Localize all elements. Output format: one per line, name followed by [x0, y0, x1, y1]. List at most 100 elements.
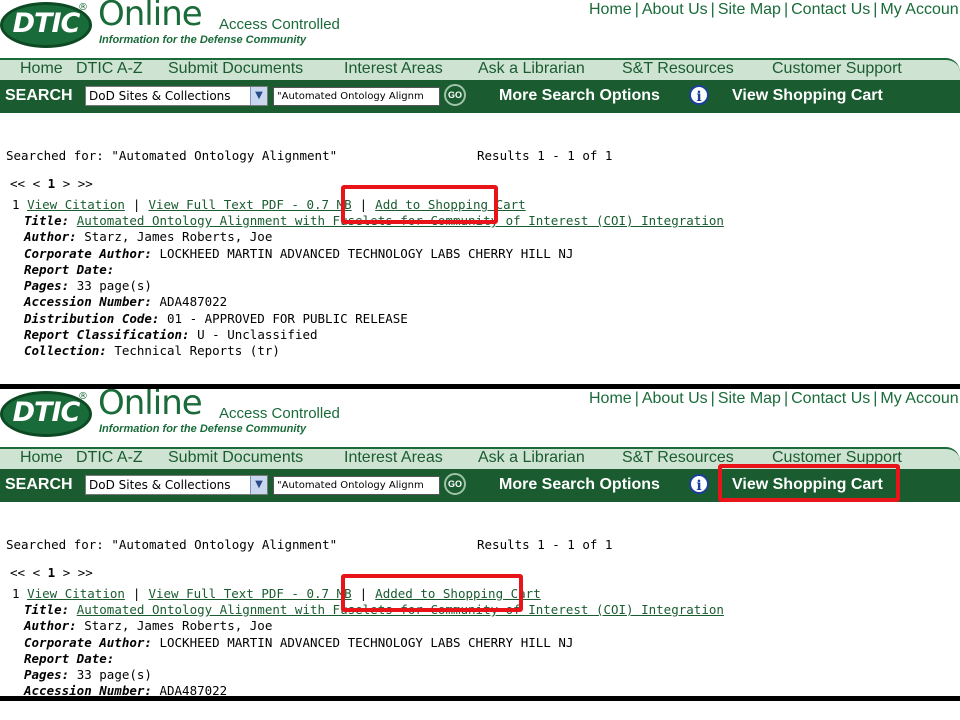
top-link-contact[interactable]: Contact Us	[791, 1, 870, 18]
nav-item-st-resources[interactable]: S&T Resources	[622, 449, 734, 467]
distribution-value: 01 - APPROVED FOR PUBLIC RELEASE	[167, 310, 408, 326]
search-label: SEARCH	[5, 87, 73, 104]
report-date-label: Report Date:	[24, 650, 115, 666]
pager-next[interactable]: > >>	[63, 176, 93, 191]
chevron-down-icon[interactable]: ▼	[250, 476, 267, 494]
brand-online: Online	[98, 389, 203, 423]
result-record: Title: Automated Ontology Alignment with…	[24, 602, 724, 696]
nav-item-ask-librarian[interactable]: Ask a Librarian	[478, 449, 585, 467]
top-link-sitemap[interactable]: Site Map	[718, 1, 781, 18]
nav-item-interest-areas[interactable]: Interest Areas	[344, 449, 443, 467]
results-count: Results 1 - 1 of 1	[477, 148, 613, 163]
nav-item-dtic-a-z[interactable]: DTIC A-Z	[76, 60, 143, 78]
classification-value: U - Unclassified	[197, 327, 318, 343]
top-link-account[interactable]: My Accoun	[880, 1, 958, 18]
view-pdf-link[interactable]: View Full Text PDF - 0.7 MB	[148, 586, 351, 601]
collection-select[interactable]: DoD Sites & Collections ▼	[85, 475, 268, 495]
search-input[interactable]: "Automated Ontology Alignm	[273, 87, 440, 106]
top-links: Home | About Us | Site Map | Contact Us | My Acc…	[589, 1, 959, 18]
nav-item-ask-librarian[interactable]: Ask a Librarian	[478, 60, 585, 78]
nav-item-dtic-a-z[interactable]: DTIC A-Z	[76, 449, 143, 467]
pager: << < 1 > >>	[10, 565, 93, 580]
search-bar: SEARCH DoD Sites & Collections ▼ "Automa…	[0, 80, 960, 113]
pager-next[interactable]: > >>	[63, 565, 93, 580]
pages-label: Pages:	[24, 667, 70, 683]
highlight-box-added-to-cart	[341, 574, 523, 612]
main-nav: Home DTIC A-Z Submit Documents Interest …	[0, 58, 960, 80]
collection-select-value: DoD Sites & Collections	[89, 478, 231, 492]
view-pdf-link[interactable]: View Full Text PDF - 0.7 MB	[148, 197, 351, 212]
pages-value: 33 page(s)	[76, 667, 152, 683]
corporate-author-value: LOCKHEED MARTIN ADVANCED TECHNOLOGY LABS…	[159, 245, 574, 261]
brand-tagline: Information for the Defense Community	[99, 423, 307, 435]
classification-label: Report Classification:	[24, 327, 190, 343]
searched-for-text: Searched for: "Automated Ontology Alignm…	[6, 537, 338, 552]
brand-access-controlled: Access Controlled	[219, 16, 340, 33]
more-search-options-link[interactable]: More Search Options	[499, 476, 660, 494]
distribution-label: Distribution Code:	[24, 310, 160, 326]
top-link-home[interactable]: Home	[589, 1, 632, 18]
go-button[interactable]: GO	[444, 473, 466, 495]
info-icon[interactable]: i	[689, 474, 709, 494]
title-label: Title:	[24, 602, 70, 617]
separator: |	[132, 586, 141, 601]
pager-prev[interactable]: << <	[10, 176, 40, 191]
separator: |	[132, 197, 141, 212]
corporate-author-value: LOCKHEED MARTIN ADVANCED TECHNOLOGY LABS…	[159, 634, 574, 650]
more-search-options-link[interactable]: More Search Options	[499, 87, 660, 105]
search-input[interactable]: "Automated Ontology Alignm	[273, 476, 440, 495]
nav-item-interest-areas[interactable]: Interest Areas	[344, 60, 443, 78]
highlight-box-view-cart	[718, 464, 900, 502]
pager-prev[interactable]: << <	[10, 565, 40, 580]
top-link-home[interactable]: Home	[589, 390, 632, 407]
pages-value: 33 page(s)	[76, 278, 152, 294]
highlight-box-add-to-cart	[341, 185, 498, 224]
nav-item-st-resources[interactable]: S&T Resources	[622, 60, 734, 78]
pager-current: 1	[47, 176, 56, 191]
title-label: Title:	[24, 213, 70, 228]
result-record: Title: Automated Ontology Alignment with…	[24, 213, 724, 360]
pages-label: Pages:	[24, 278, 70, 294]
top-link-contact[interactable]: Contact Us	[791, 390, 870, 407]
author-label: Author:	[24, 229, 77, 245]
nav-item-submit-documents[interactable]: Submit Documents	[168, 449, 303, 467]
accession-value: ADA487022	[159, 683, 228, 696]
brand-access-controlled: Access Controlled	[219, 405, 340, 422]
screenshot-panel-before: DTIC ® Online Access Controlled Informat…	[0, 0, 960, 384]
nav-item-customer-support[interactable]: Customer Support	[772, 60, 902, 78]
accession-label: Accession Number:	[24, 294, 152, 310]
search-label: SEARCH	[5, 476, 73, 493]
author-value: Starz, James Roberts, Joe	[84, 618, 273, 634]
top-link-about[interactable]: About Us	[642, 1, 708, 18]
result-number: 1	[12, 586, 20, 601]
author-value: Starz, James Roberts, Joe	[84, 229, 273, 245]
accession-label: Accession Number:	[24, 683, 152, 696]
report-date-label: Report Date:	[24, 261, 115, 277]
corporate-author-label: Corporate Author:	[24, 245, 152, 261]
nav-item-home[interactable]: Home	[20, 449, 63, 467]
go-button[interactable]: GO	[444, 84, 466, 106]
collection-select[interactable]: DoD Sites & Collections ▼	[85, 86, 268, 106]
bottom-border	[0, 696, 960, 720]
accession-value: ADA487022	[159, 294, 228, 310]
top-link-sitemap[interactable]: Site Map	[718, 390, 781, 407]
view-citation-link[interactable]: View Citation	[27, 586, 125, 601]
view-citation-link[interactable]: View Citation	[27, 197, 125, 212]
nav-item-home[interactable]: Home	[20, 60, 63, 78]
info-icon[interactable]: i	[689, 85, 709, 105]
collection-value: Technical Reports (tr)	[114, 343, 280, 359]
author-label: Author:	[24, 618, 77, 634]
brand-online: Online	[98, 0, 203, 34]
top-link-about[interactable]: About Us	[642, 390, 708, 407]
brand-tagline: Information for the Defense Community	[99, 34, 307, 46]
collection-select-value: DoD Sites & Collections	[89, 89, 231, 103]
view-shopping-cart-link[interactable]: View Shopping Cart	[732, 87, 883, 105]
registered-mark: ®	[78, 391, 88, 402]
registered-mark: ®	[78, 2, 88, 13]
pager: << < 1 > >>	[10, 176, 93, 191]
nav-item-submit-documents[interactable]: Submit Documents	[168, 60, 303, 78]
chevron-down-icon[interactable]: ▼	[250, 87, 267, 105]
pager-current: 1	[47, 565, 56, 580]
top-link-account[interactable]: My Accoun	[880, 390, 958, 407]
searched-for-text: Searched for: "Automated Ontology Alignm…	[6, 148, 338, 163]
